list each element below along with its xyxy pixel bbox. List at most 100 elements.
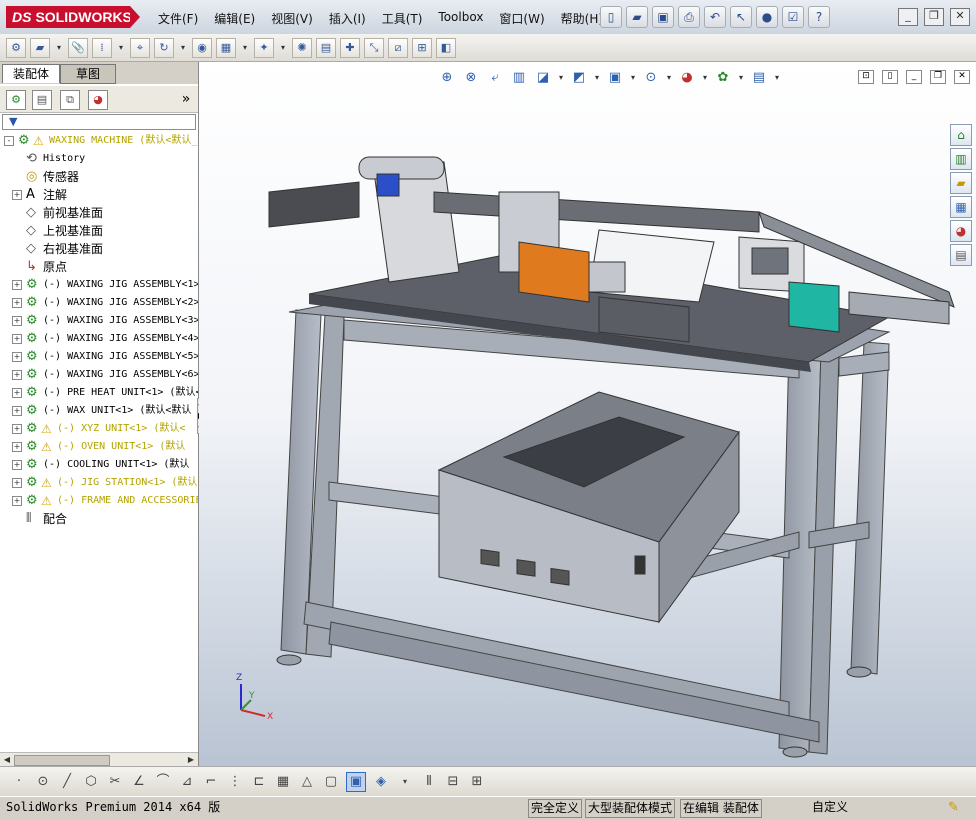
status-units-custom[interactable]: 自定义 (812, 799, 848, 816)
tree-item[interactable]: + ⚙ (-) WAXING JIG ASSEMBLY<4> (0, 330, 198, 348)
tree-expand-toggle-icon[interactable]: + (12, 316, 22, 326)
status-large-assembly-mode[interactable]: 大型装配体模式 (585, 799, 676, 818)
reference-dropdown-icon[interactable]: ▾ (278, 38, 288, 58)
panel-expand-icon[interactable]: » (176, 90, 196, 110)
tree-item[interactable]: ◇ 右视基准面 (0, 240, 198, 258)
assembly-features-icon[interactable]: ▦ (216, 37, 236, 58)
graphics-area[interactable]: ⊕ ⊗ ⤶ ▥ ◪ ▾ ◩ ▾ ▣ ▾ ⊙ ▾ ◕ ▾ ✿ ▾ ▤ ▾ ⊡ ▯ _ ❐ ✕ ⌂… (199, 62, 976, 766)
save-icon[interactable]: ▣ (652, 6, 674, 28)
clearance-verification-icon[interactable]: ⊞ (412, 37, 432, 58)
new-motion-study-icon[interactable]: ✺ (292, 37, 312, 58)
shaded-box-icon[interactable]: ▣ (346, 771, 366, 792)
tree-item[interactable]: + ⚙ ⚠ (-) OVEN UNIT<1> (默认 (0, 438, 198, 456)
feature-manager-tree-icon[interactable]: ⚙ (6, 90, 26, 110)
tree-item[interactable]: + ⚙ (-) WAXING JIG ASSEMBLY<2> (0, 294, 198, 312)
instant3d-icon[interactable]: ◧ (436, 37, 456, 58)
waxing-machine-3d-model[interactable]: Z X Y (199, 62, 976, 766)
help-icon[interactable]: ? (808, 6, 830, 28)
menu-file[interactable]: 文件(F) (150, 8, 206, 28)
tree-expand-toggle-icon[interactable]: + (12, 442, 22, 452)
table-icon[interactable]: ⊞ (468, 773, 486, 791)
layout-icon[interactable]: ⊟ (444, 773, 462, 791)
menu-window[interactable]: 窗口(W) (491, 8, 552, 28)
tree-expand-toggle-icon[interactable]: + (12, 478, 22, 488)
tree-item[interactable]: + ⚙ ⚠ (-) JIG STATION<1> (默认 (0, 474, 198, 492)
bill-of-materials-icon[interactable]: ▤ (316, 37, 336, 58)
tree-item[interactable]: + ⚙ (-) WAXING JIG ASSEMBLY<1> (0, 276, 198, 294)
menu-toolbox[interactable]: Toolbox (430, 8, 491, 28)
linear-pattern-icon[interactable]: ⁞ (92, 37, 112, 58)
tree-expand-toggle-icon[interactable]: + (12, 388, 22, 398)
scroll-left-icon[interactable]: ◀ (1, 754, 13, 766)
line-icon[interactable]: ╱ (58, 773, 76, 791)
mate-icon[interactable]: 📎 (68, 37, 88, 58)
menu-edit[interactable]: 编辑(E) (206, 8, 263, 28)
select-arrow-icon[interactable]: ↖ (730, 6, 752, 28)
insert-component-icon[interactable]: ▰ (30, 37, 50, 58)
cube-dropdown-icon[interactable]: ▾ (396, 773, 414, 791)
tree-item[interactable]: ⟲ History (0, 150, 198, 168)
move-dropdown-icon[interactable]: ▾ (178, 38, 188, 58)
exploded-view-icon[interactable]: ✚ (340, 37, 360, 58)
grid-snap-icon[interactable]: ⋮ (226, 773, 244, 791)
tree-item[interactable]: + ⚙ (-) WAXING JIG ASSEMBLY<6> (0, 366, 198, 384)
tree-item[interactable]: - ⚙ ⚠ WAXING MACHINE (默认<默认_显 (0, 132, 198, 150)
minimize-icon[interactable]: _ (898, 8, 918, 26)
tree-item[interactable]: + ⚙ (-) PRE HEAT UNIT<1> (默认< (0, 384, 198, 402)
tree-item[interactable]: ◎ 传感器 (0, 168, 198, 186)
scrollbar-thumb[interactable] (14, 755, 110, 766)
menu-tools[interactable]: 工具(T) (374, 8, 431, 28)
tree-item[interactable]: ↳ 原点 (0, 258, 198, 276)
features-dropdown-icon[interactable]: ▾ (240, 38, 250, 58)
tree-expand-toggle-icon[interactable]: + (12, 406, 22, 416)
tree-expand-toggle-icon[interactable]: + (12, 334, 22, 344)
pattern-dropdown-icon[interactable]: ▾ (116, 38, 126, 58)
display-manager-icon[interactable]: ◕ (88, 90, 108, 110)
configuration-manager-icon[interactable]: ⧉ (60, 90, 80, 110)
rebuild-notice-icon[interactable]: ✎ (948, 799, 959, 816)
tree-expand-toggle-icon[interactable]: + (12, 298, 22, 308)
tree-expand-toggle-icon[interactable]: + (12, 352, 22, 362)
tree-expand-toggle-icon[interactable]: + (12, 370, 22, 380)
options-icon[interactable]: ☑ (782, 6, 804, 28)
tree-item[interactable]: ◇ 上视基准面 (0, 222, 198, 240)
tree-item[interactable]: + ⚙ (-) WAXING JIG ASSEMBLY<5> (0, 348, 198, 366)
rebuild-traffic-light-icon[interactable]: ● (756, 6, 778, 28)
grid-icon[interactable]: ▦ (274, 773, 292, 791)
trim-icon[interactable]: ✂ (106, 773, 124, 791)
plane-sketch-icon[interactable]: ⊏ (250, 773, 268, 791)
tab-assembly[interactable]: 装配体 (2, 64, 60, 83)
menu-view[interactable]: 视图(V) (263, 8, 321, 28)
tree-item[interactable]: + ⚙ ⚠ (-) FRAME AND ACCESSORIES (0, 492, 198, 510)
tree-expand-toggle-icon[interactable]: + (12, 280, 22, 290)
tree-expand-toggle-icon[interactable]: + (12, 424, 22, 434)
tree-item[interactable]: + ⚙ (-) COOLING UNIT<1> (默认 (0, 456, 198, 474)
tree-item[interactable]: + ⚙ (-) WAX UNIT<1> (默认<默认 (0, 402, 198, 420)
tree-item[interactable]: + ⚙ ⚠ (-) XYZ UNIT<1> (默认< (0, 420, 198, 438)
tree-item[interactable]: + ⚙ (-) WAXING JIG ASSEMBLY<3> (0, 312, 198, 330)
undo-icon[interactable]: ↶ (704, 6, 726, 28)
wireframe-box-icon[interactable]: ▢ (322, 773, 340, 791)
restore-icon[interactable]: ❐ (924, 8, 944, 26)
polygon-icon[interactable]: ⬡ (82, 773, 100, 791)
point-icon[interactable]: · (10, 773, 28, 791)
solidworks-logo[interactable]: DS SOLIDWORKS (6, 6, 140, 28)
new-document-icon[interactable]: ▯ (600, 6, 622, 28)
smart-fasteners-icon[interactable]: ⌖ (130, 37, 150, 58)
circle-icon[interactable]: ⊙ (34, 773, 52, 791)
tree-item[interactable]: ⫴ 配合 (0, 510, 198, 528)
triangle-icon[interactable]: △ (298, 773, 316, 791)
tree-item[interactable]: + A 注解 (0, 186, 198, 204)
tree-item[interactable]: ◇ 前视基准面 (0, 204, 198, 222)
interference-detection-icon[interactable]: ⧄ (388, 37, 408, 58)
print-icon[interactable]: ⎙ (678, 6, 700, 28)
tree-expand-toggle-icon[interactable]: - (4, 136, 14, 146)
open-folder-icon[interactable]: ▰ (626, 6, 648, 28)
dimension-icon[interactable]: ⊿ (178, 773, 196, 791)
move-component-icon[interactable]: ↻ (154, 37, 174, 58)
reference-geometry-icon[interactable]: ✦ (254, 37, 274, 58)
explode-line-sketch-icon[interactable]: ⤡ (364, 37, 384, 58)
tree-expand-toggle-icon[interactable]: + (12, 190, 22, 200)
tree-expand-toggle-icon[interactable]: + (12, 496, 22, 506)
close-icon[interactable]: ✕ (950, 8, 970, 26)
